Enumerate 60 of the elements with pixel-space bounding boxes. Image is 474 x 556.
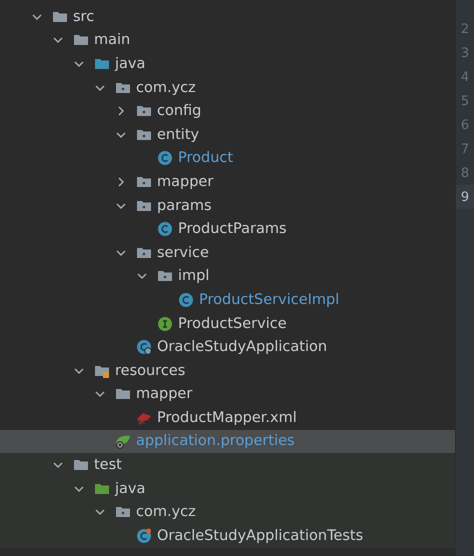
file-name: OracleStudyApplication — [157, 339, 328, 356]
tree-row[interactable]: java — [0, 476, 455, 500]
tree-row[interactable]: service — [0, 240, 455, 265]
file-name: ProductParams — [178, 221, 287, 238]
tree-row[interactable]: ProductParams — [0, 217, 455, 241]
tree-row[interactable]: mapper — [0, 170, 455, 194]
leaf-settings-icon — [115, 433, 131, 450]
file-name: impl — [178, 268, 210, 284]
file-name: com.ycz — [136, 80, 196, 96]
file-name: entity — [157, 126, 200, 143]
tree-row[interactable]: java — [0, 52, 455, 76]
line-number: 5 — [460, 92, 470, 110]
class-icon — [178, 292, 194, 308]
tree-row[interactable]: main — [0, 28, 455, 52]
file-name: params — [157, 198, 212, 214]
tree-row[interactable]: config — [0, 99, 455, 123]
file-name: application.properties — [136, 433, 295, 450]
file-name: ProductServiceImpl — [199, 292, 340, 308]
file-name: main — [94, 32, 130, 48]
tree-row[interactable]: resources — [0, 358, 455, 382]
line-number: 3 — [460, 44, 470, 62]
line-number: 6 — [460, 116, 470, 134]
tree-row[interactable]: entity — [0, 122, 455, 147]
tree-row[interactable]: Product — [0, 146, 455, 170]
line-number: 9 — [456, 185, 474, 209]
file-name: ProductService — [178, 316, 287, 332]
line-number: 8 — [460, 164, 470, 182]
tree-row[interactable]: ProductMapper.xml — [0, 406, 455, 430]
file-name: src — [73, 8, 94, 25]
line-number: 2 — [460, 20, 470, 38]
tree-row[interactable]: com.ycz — [0, 76, 455, 100]
tree-row[interactable]: test — [0, 453, 455, 477]
tree-row[interactable]: OracleStudyApplicationTests — [0, 524, 455, 548]
file-name: java — [115, 480, 146, 497]
file-name: resources — [115, 362, 186, 379]
file-name: com.ycz — [136, 504, 196, 520]
file-name: mapper — [157, 174, 214, 190]
application-class-icon — [136, 339, 152, 356]
file-name: service — [157, 244, 209, 261]
tree-row[interactable]: src — [0, 5, 455, 29]
class-icon — [157, 150, 173, 166]
line-number: 4 — [460, 68, 470, 86]
file-name: java — [115, 56, 146, 72]
line-number: 7 — [460, 140, 470, 158]
class-icon — [157, 221, 173, 238]
tree-row[interactable]: params — [0, 194, 455, 218]
tree-row[interactable]: ProductService — [0, 312, 455, 336]
file-name: mapper — [136, 386, 192, 402]
tree-row[interactable]: mapper — [0, 382, 455, 406]
test-class-icon — [136, 528, 152, 544]
file-name: OracleStudyApplicationTests — [157, 528, 364, 544]
tree-row[interactable]: ProductServiceImpl — [0, 288, 455, 312]
file-name: Product — [178, 150, 234, 166]
tree-row[interactable]: impl — [0, 264, 455, 288]
file-name: ProductMapper.xml — [157, 410, 297, 426]
tree-row[interactable]: com.ycz — [0, 500, 455, 524]
file-name: config — [157, 103, 202, 120]
interface-icon — [157, 316, 173, 332]
file-name: test — [94, 457, 122, 474]
tree-row[interactable]: OracleStudyApplication — [0, 335, 455, 359]
